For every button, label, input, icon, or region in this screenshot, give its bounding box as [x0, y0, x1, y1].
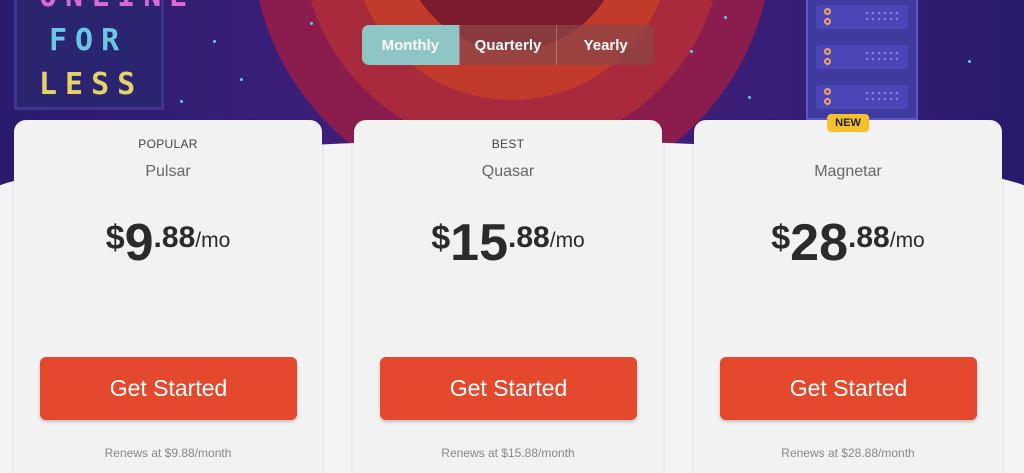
renewal-note: Renews at $15.88/month — [441, 446, 575, 460]
renewal-note: Renews at $28.88/month — [781, 446, 915, 460]
price-decimal: .88 — [848, 221, 890, 254]
price-period: /mo — [889, 229, 925, 252]
pixel-sign-line: LESS — [39, 67, 144, 102]
pixel-sign-line: FOR — [49, 23, 128, 58]
get-started-button[interactable]: Get Started — [380, 357, 637, 420]
plan-price: $28.88/mo — [694, 213, 1002, 273]
get-started-button[interactable]: Get Started — [40, 357, 297, 420]
star-dot — [240, 78, 243, 81]
star-dot — [748, 96, 751, 99]
toggle-monthly[interactable]: Monthly — [362, 25, 459, 65]
star-dot — [968, 60, 971, 63]
pixel-sign-line: ONLINE — [39, 0, 195, 14]
price-decimal: .88 — [153, 221, 196, 254]
price-period: /mo — [549, 229, 585, 252]
price-currency: $ — [431, 219, 451, 257]
star-dot — [310, 22, 313, 25]
plan-tag: BEST — [491, 137, 525, 151]
plan-card-pulsar: POPULAR Pulsar $9.88/mo Get Started Rene… — [14, 120, 322, 473]
star-dot — [213, 40, 216, 43]
star-dot — [180, 100, 183, 103]
toggle-quarterly[interactable]: Quarterly — [458, 25, 557, 65]
price-integer: 9 — [124, 214, 154, 272]
toggle-yearly[interactable]: Yearly — [556, 25, 654, 65]
plan-tag: POPULAR — [138, 137, 198, 151]
new-badge: NEW — [827, 114, 869, 132]
price-integer: 28 — [790, 214, 849, 272]
plan-name: Pulsar — [145, 163, 191, 180]
server-rack-illustration — [806, 0, 918, 120]
plan-card-quasar: BEST Quasar $15.88/mo Get Started Renews… — [354, 120, 662, 473]
price-period: /mo — [195, 229, 231, 252]
price-decimal: .88 — [508, 221, 550, 254]
renewal-note: Renews at $9.88/month — [104, 446, 232, 460]
billing-period-toggle[interactable]: Monthly Quarterly Yearly — [362, 25, 654, 65]
plan-price: $9.88/mo — [14, 213, 322, 273]
star-dot — [690, 50, 693, 53]
plan-name: Quasar — [481, 163, 535, 180]
pixel-sign: ONLINE FOR LESS — [14, 0, 187, 110]
price-integer: 15 — [450, 214, 509, 272]
price-currency: $ — [105, 219, 125, 257]
plan-name: Magnetar — [814, 163, 882, 180]
get-started-button[interactable]: Get Started — [720, 357, 977, 420]
plan-price: $15.88/mo — [354, 213, 662, 273]
star-dot — [724, 16, 727, 19]
plan-card-magnetar: NEW Magnetar $28.88/mo Get Started Renew… — [694, 114, 1002, 473]
price-currency: $ — [771, 219, 791, 257]
